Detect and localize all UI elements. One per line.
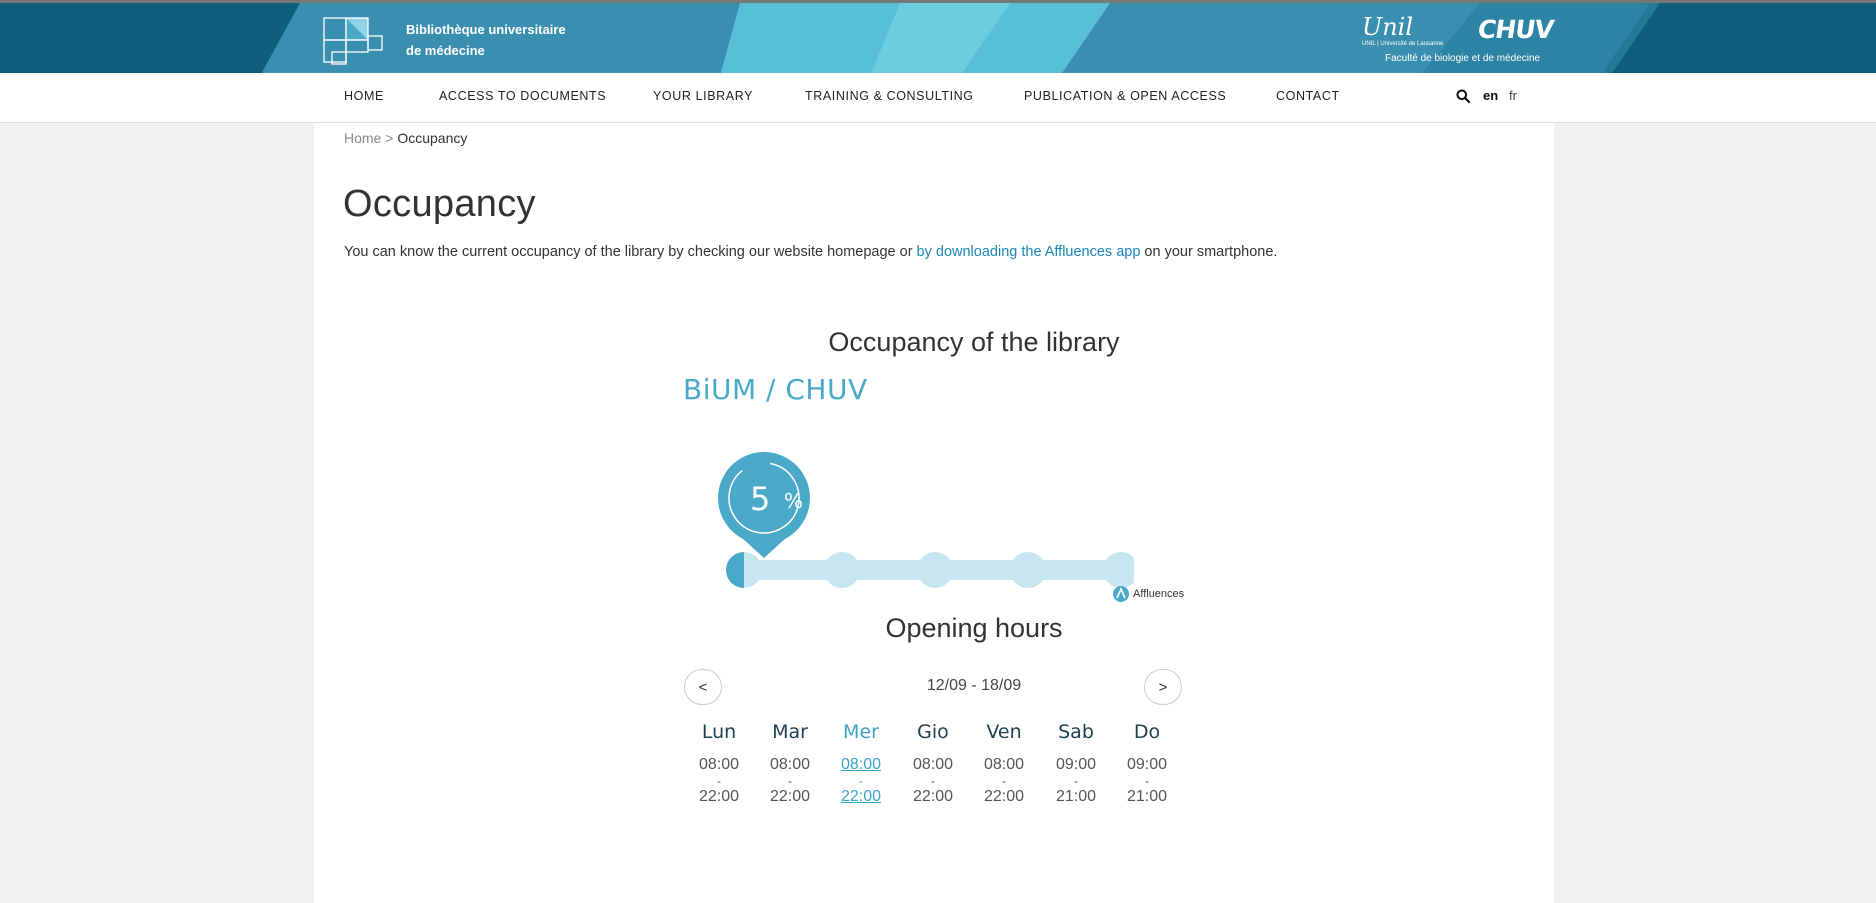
occupancy-location: BiUM / CHUV bbox=[683, 373, 868, 406]
intro-after: on your smartphone. bbox=[1140, 244, 1278, 260]
day-name: Ven bbox=[986, 721, 1022, 743]
day-hours: 08:00 - 22:00 bbox=[755, 757, 825, 805]
breadcrumb-home[interactable]: Home bbox=[344, 130, 381, 146]
occupancy-gauge: 5 % bbox=[718, 452, 1134, 588]
day-ven: Ven 08:00 - 22:00 bbox=[969, 721, 1039, 805]
day-mer: Mer 08:00 - 22:00 bbox=[826, 721, 896, 805]
nav-publication-open-access[interactable]: PUBLICATION & OPEN ACCESS bbox=[1024, 89, 1226, 103]
lang-fr[interactable]: fr bbox=[1509, 88, 1517, 103]
faculty-label: Faculté de biologie et de médecine bbox=[1385, 53, 1541, 64]
nav-home[interactable]: HOME bbox=[344, 89, 384, 103]
time-separator: - bbox=[859, 774, 863, 788]
nav-your-library[interactable]: YOUR LIBRARY bbox=[653, 89, 753, 103]
day-gio: Gio 08:00 - 22:00 bbox=[898, 721, 968, 805]
affluences-badge[interactable]: Affluences bbox=[1112, 585, 1184, 603]
unil-logo[interactable]: Unil bbox=[1362, 13, 1413, 41]
day-sab: Sab 09:00 - 21:00 bbox=[1041, 721, 1111, 805]
time-separator: - bbox=[788, 774, 792, 788]
day-hours: 09:00 - 21:00 bbox=[1041, 757, 1111, 805]
affluences-app-link[interactable]: by downloading the Affluences app bbox=[917, 244, 1141, 260]
site-name-line2: de médecine bbox=[406, 43, 485, 58]
day-name: Mar bbox=[772, 721, 808, 743]
occupancy-title: Occupancy of the library bbox=[828, 327, 1120, 357]
day-hours: 08:00 - 22:00 bbox=[969, 757, 1039, 805]
close-time: 21:00 bbox=[1055, 788, 1097, 805]
nav-access-to-documents[interactable]: ACCESS TO DOCUMENTS bbox=[439, 89, 606, 103]
open-time: 08:00 bbox=[840, 756, 882, 773]
occupancy-fill bbox=[726, 552, 744, 588]
banner-background bbox=[261, 3, 1660, 73]
day-lun: Lun 08:00 - 22:00 bbox=[684, 721, 754, 805]
open-time: 08:00 bbox=[769, 756, 811, 773]
day-name: Sab bbox=[1058, 721, 1094, 743]
time-separator: - bbox=[1145, 774, 1149, 788]
chuv-logo[interactable]: CHUV bbox=[1476, 15, 1555, 44]
time-separator: - bbox=[1074, 774, 1078, 788]
unil-subtitle: UNIL | Université de Lausanne bbox=[1362, 41, 1444, 47]
open-time: 08:00 bbox=[698, 756, 740, 773]
open-time: 08:00 bbox=[912, 756, 954, 773]
day-do: Do 09:00 - 21:00 bbox=[1112, 721, 1182, 805]
open-time: 09:00 bbox=[1055, 756, 1097, 773]
time-separator: - bbox=[717, 774, 721, 788]
bium-logo-icon[interactable] bbox=[322, 16, 386, 66]
occupancy-value: 5 bbox=[750, 480, 770, 518]
close-time: 22:00 bbox=[983, 788, 1025, 805]
occupancy-track bbox=[726, 552, 1134, 588]
nav-training-consulting[interactable]: TRAINING & CONSULTING bbox=[805, 89, 974, 103]
site-name[interactable]: Bibliothèque universitaire de médecine bbox=[406, 19, 566, 61]
close-time: 22:00 bbox=[698, 788, 740, 805]
lang-en[interactable]: en bbox=[1483, 88, 1498, 103]
search-icon[interactable] bbox=[1456, 89, 1470, 103]
day-hours: 08:00 - 22:00 bbox=[898, 757, 968, 805]
site-banner: Bibliothèque universitaire de médecine U… bbox=[0, 0, 1876, 73]
week-range: 12/09 - 18/09 bbox=[926, 677, 1022, 694]
day-mar: Mar 08:00 - 22:00 bbox=[755, 721, 825, 805]
occupancy-pin: 5 % bbox=[718, 452, 810, 558]
day-name: Do bbox=[1133, 721, 1161, 743]
opening-hours-title: Opening hours bbox=[885, 613, 1063, 643]
nav-contact[interactable]: CONTACT bbox=[1276, 89, 1340, 103]
breadcrumb-current: Occupancy bbox=[397, 130, 468, 146]
day-hours: 09:00 - 21:00 bbox=[1112, 757, 1182, 805]
next-week-button[interactable]: > bbox=[1144, 669, 1182, 705]
day-hours: 08:00 - 22:00 bbox=[826, 757, 896, 805]
breadcrumb-separator: > bbox=[381, 130, 398, 146]
intro-text: You can know the current occupancy of th… bbox=[344, 244, 1277, 260]
page-title: Occupancy bbox=[343, 183, 536, 225]
previous-week-button[interactable]: < bbox=[684, 669, 722, 705]
day-name: Gio bbox=[917, 721, 949, 743]
breadcrumb: Home > Occupancy bbox=[344, 130, 467, 146]
time-separator: - bbox=[1002, 774, 1006, 788]
open-time: 08:00 bbox=[983, 756, 1025, 773]
day-hours: 08:00 - 22:00 bbox=[684, 757, 754, 805]
main-content: Home > Occupancy Occupancy You can know … bbox=[314, 123, 1554, 903]
affluences-label: Affluences bbox=[1133, 588, 1185, 600]
main-nav: HOME ACCESS TO DOCUMENTS YOUR LIBRARY TR… bbox=[0, 73, 1876, 123]
occupancy-unit: % bbox=[784, 489, 803, 513]
close-time: 22:00 bbox=[912, 788, 954, 805]
time-separator: - bbox=[931, 774, 935, 788]
open-time: 09:00 bbox=[1126, 756, 1168, 773]
close-time: 21:00 bbox=[1126, 788, 1168, 805]
close-time: 22:00 bbox=[769, 788, 811, 805]
day-name: Lun bbox=[701, 721, 737, 743]
close-time: 22:00 bbox=[840, 788, 882, 805]
site-name-line1: Bibliothèque universitaire bbox=[406, 22, 566, 37]
affluences-logo-icon bbox=[1113, 586, 1129, 602]
day-name: Mer bbox=[843, 721, 879, 743]
intro-before: You can know the current occupancy of th… bbox=[344, 244, 917, 260]
